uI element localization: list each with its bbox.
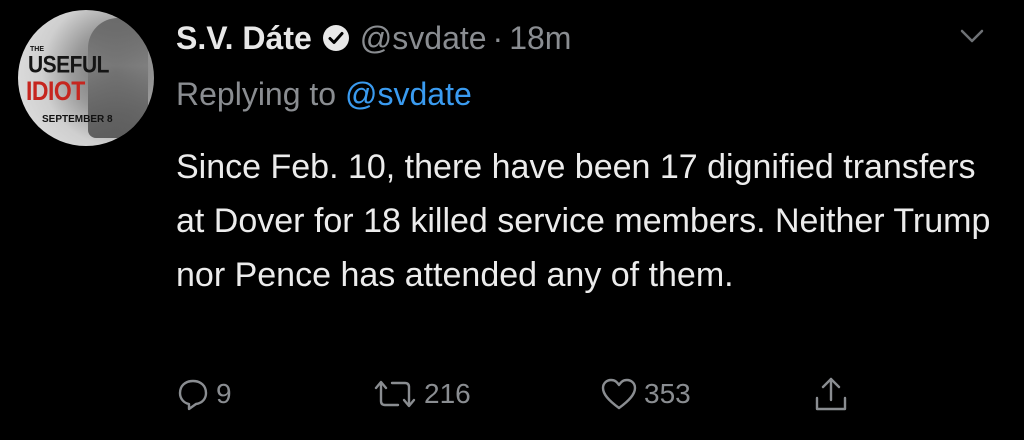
retweet-count: 216 [424,378,471,409]
author-name[interactable]: S.V. Dáte [176,20,312,57]
meta-separator: · [492,19,504,56]
verified-badge-icon [322,24,350,52]
tweet-header: S.V. Dáte @svdate · 18m [176,14,571,62]
avatar-text-idiot: IDIOT [26,76,85,106]
avatar[interactable]: THE USEFUL IDIOT SEPTEMBER 8 [18,10,154,146]
reply-mention-link[interactable]: @svdate [345,76,472,112]
tweet-card[interactable]: THE USEFUL IDIOT SEPTEMBER 8 S.V. Dáte @… [0,0,1024,440]
reply-count: 9 [216,378,232,409]
share-icon [812,375,850,413]
reply-icon [176,377,210,411]
retweet-icon [372,377,418,411]
heart-icon [600,377,638,411]
share-button[interactable] [812,372,850,416]
like-count: 353 [644,378,691,409]
reply-button[interactable]: 9 [176,372,232,416]
reply-prefix: Replying to [176,76,337,112]
retweet-button[interactable]: 216 [372,372,471,416]
tweet-timestamp[interactable]: 18m [509,20,571,57]
like-button[interactable]: 353 [600,372,691,416]
chevron-down-icon[interactable] [958,22,986,50]
reply-context: Replying to @svdate [176,76,472,113]
avatar-text-september: SEPTEMBER 8 [42,114,113,125]
author-handle[interactable]: @svdate [360,20,487,57]
tweet-text: Since Feb. 10, there have been 17 dignif… [176,148,991,294]
action-bar: 9 216 353 [176,372,876,416]
